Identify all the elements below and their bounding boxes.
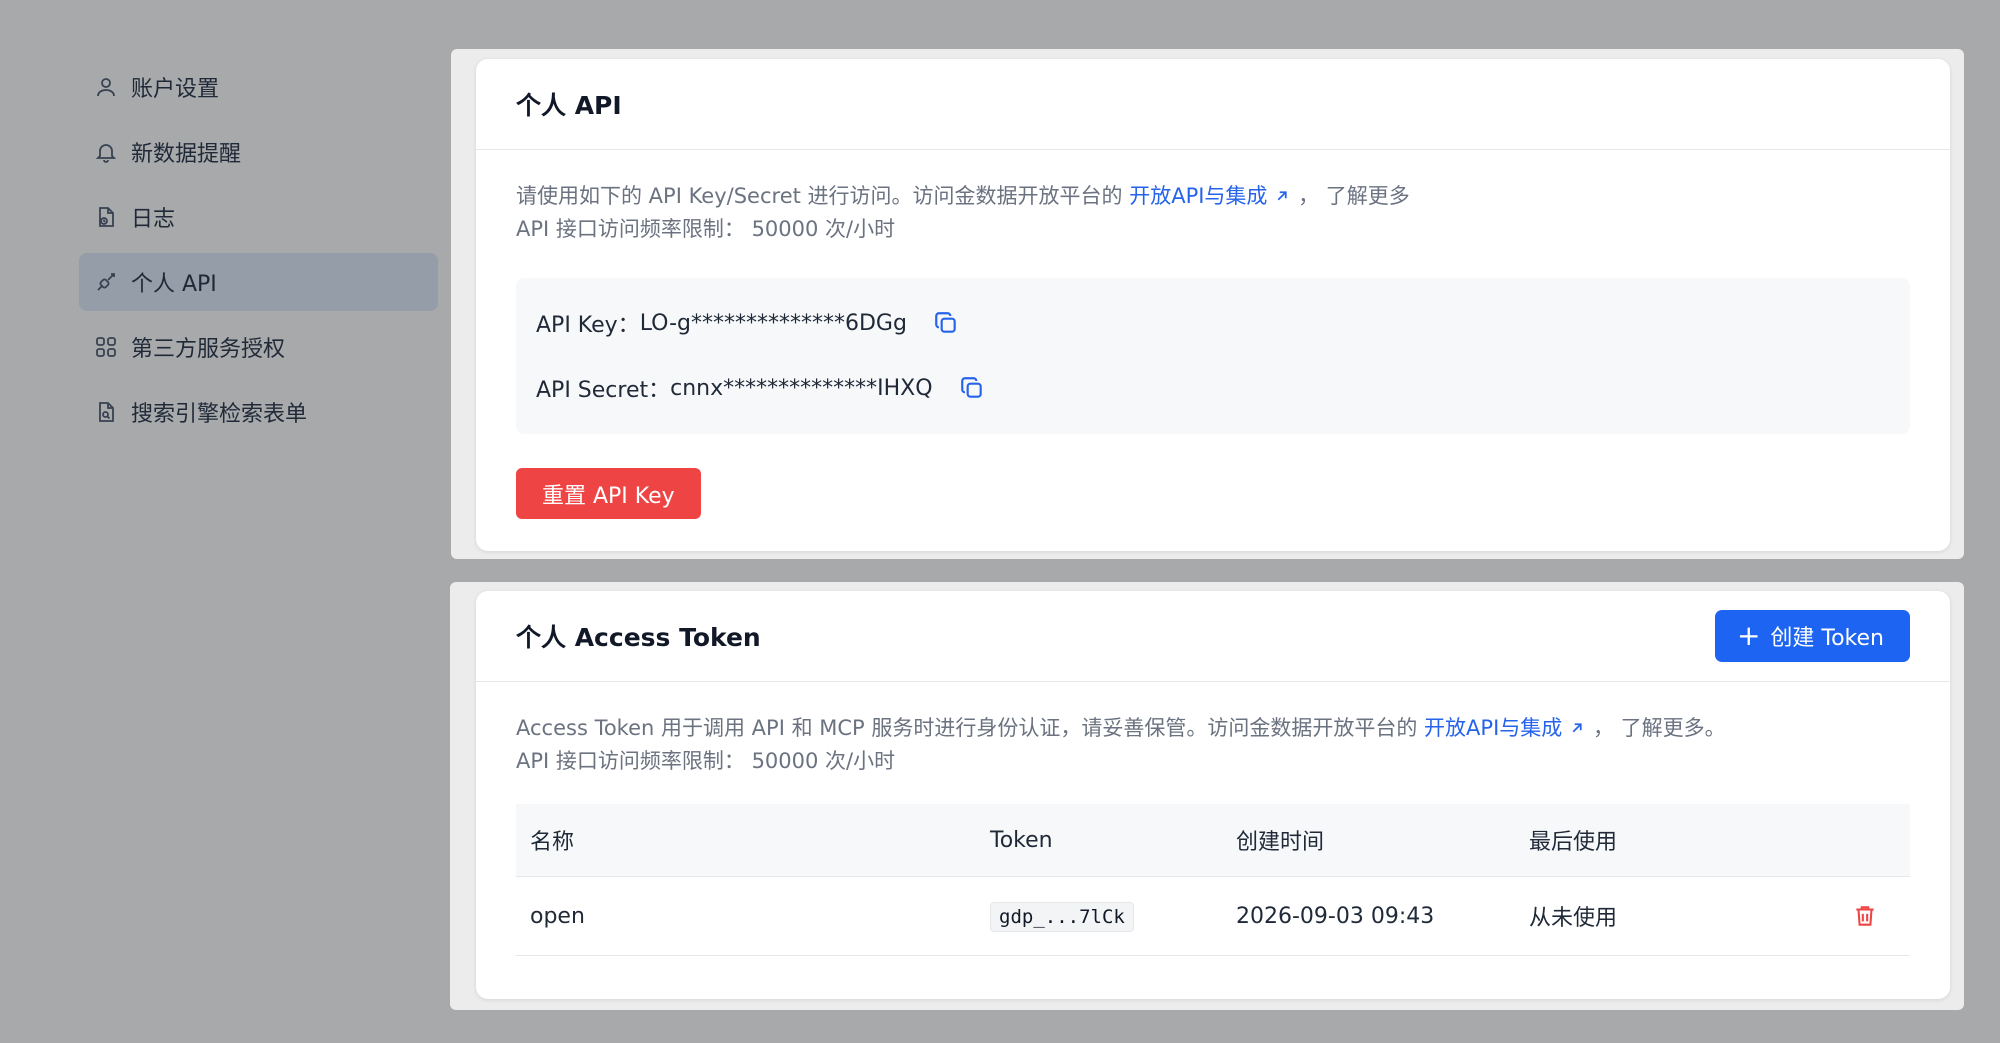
copy-icon <box>960 377 982 398</box>
sidebar-item-third-party-auth[interactable]: 第三方服务授权 <box>79 318 438 376</box>
create-token-label: 创建 Token <box>1770 626 1884 651</box>
table-row: open gdp_...7lCk 2026-09-03 09:43 从未使用 <box>516 877 1910 956</box>
sidebar-item-personal-api[interactable]: 个人 API <box>79 253 438 311</box>
api-description: 请使用如下的 API Key/Secret 进行访问。访问金数据开放平台的 开放… <box>476 150 1950 246</box>
api-secret-value: cnnx**************IHXQ <box>670 375 933 401</box>
access-token-card: 个人 Access Token + 创建 Token Access Token … <box>476 591 1950 999</box>
sidebar-item-log[interactable]: 日志 <box>79 188 438 246</box>
rate-limit-text: API 接口访问频率限制： 50000 次/小时 <box>516 749 896 773</box>
sidebar-item-label: 账户设置 <box>131 77 220 102</box>
token-last-used: 从未使用 <box>1529 906 1618 931</box>
card-header: 个人 API <box>476 59 1950 150</box>
external-link-icon <box>1572 723 1582 733</box>
copy-api-secret-button[interactable] <box>957 373 987 403</box>
copy-api-key-button[interactable] <box>931 308 961 338</box>
token-created: 2026-09-03 09:43 <box>1236 903 1435 929</box>
reset-api-key-button[interactable]: 重置 API Key <box>516 468 701 519</box>
copy-icon <box>935 312 956 333</box>
personal-api-card: 个人 API 请使用如下的 API Key/Secret 进行访问。访问金数据开… <box>476 59 1950 551</box>
open-api-link[interactable]: 开放API与集成 <box>1129 184 1291 208</box>
external-link-icon <box>1278 191 1288 201</box>
sidebar-item-search-engine-form[interactable]: 搜索引擎检索表单 <box>79 383 438 441</box>
desc-text: Access Token 用于调用 API 和 MCP 服务时进行身份认证，请妥… <box>516 716 1425 740</box>
sidebar-item-label: 第三方服务授权 <box>131 337 286 362</box>
credentials-box: API Key： LO-g**************6DGg API Secr… <box>516 278 1910 434</box>
table-header: 名称 Token 创建时间 最后使用 <box>516 804 1910 877</box>
sidebar-item-label: 新数据提醒 <box>131 142 242 167</box>
open-api-link[interactable]: 开放API与集成 <box>1424 716 1586 740</box>
card-title: 个人 API <box>516 91 622 120</box>
desc-text: ， 了解更多。 <box>1586 716 1726 740</box>
delete-token-trash-icon[interactable] <box>1852 903 1878 929</box>
api-plug-icon <box>93 269 119 295</box>
token-actions <box>1829 903 1910 929</box>
token-value-cell: gdp_...7lCk <box>976 901 1236 932</box>
bell-icon <box>93 139 119 165</box>
token-value: gdp_...7lCk <box>990 901 1134 932</box>
api-key-label: API Key： <box>536 313 640 338</box>
plus-icon: + <box>1736 619 1761 652</box>
api-key-row: API Key： LO-g**************6DGg <box>536 300 1890 346</box>
card-title: 个人 Access Token <box>516 623 761 652</box>
header-token: Token <box>990 827 1053 853</box>
card-header: 个人 Access Token + 创建 Token <box>476 591 1950 682</box>
header-last-used: 最后使用 <box>1529 830 1618 855</box>
api-secret-label: API Secret： <box>536 378 671 403</box>
sidebar: 账户设置 新数据提醒 日志 个人 API 第三方服务授权 搜索引擎检索表单 <box>79 58 438 448</box>
header-created: 创建时间 <box>1236 830 1325 855</box>
grid-apps-icon <box>93 334 119 360</box>
token-table: 名称 Token 创建时间 最后使用 open gdp_...7lCk 2026… <box>516 804 1910 956</box>
sidebar-item-label: 日志 <box>131 207 176 232</box>
user-icon <box>93 74 119 100</box>
token-name: open <box>530 903 585 929</box>
desc-text: ， 了解更多 <box>1291 184 1410 208</box>
sidebar-item-label: 搜索引擎检索表单 <box>131 402 308 427</box>
sidebar-item-account-settings[interactable]: 账户设置 <box>79 58 438 116</box>
create-token-button[interactable]: + 创建 Token <box>1714 610 1910 662</box>
header-name: 名称 <box>530 830 575 855</box>
sidebar-item-label: 个人 API <box>131 272 217 297</box>
log-file-icon <box>93 204 119 230</box>
desc-text: 请使用如下的 API Key/Secret 进行访问。访问金数据开放平台的 <box>516 184 1130 208</box>
token-description: Access Token 用于调用 API 和 MCP 服务时进行身份认证，请妥… <box>476 682 1950 778</box>
sidebar-item-new-data-alert[interactable]: 新数据提醒 <box>79 123 438 181</box>
rate-limit-text: API 接口访问频率限制： 50000 次/小时 <box>516 217 896 241</box>
api-secret-row: API Secret： cnnx**************IHXQ <box>536 365 1890 411</box>
search-file-icon <box>93 399 119 425</box>
api-key-value: LO-g**************6DGg <box>639 310 907 336</box>
